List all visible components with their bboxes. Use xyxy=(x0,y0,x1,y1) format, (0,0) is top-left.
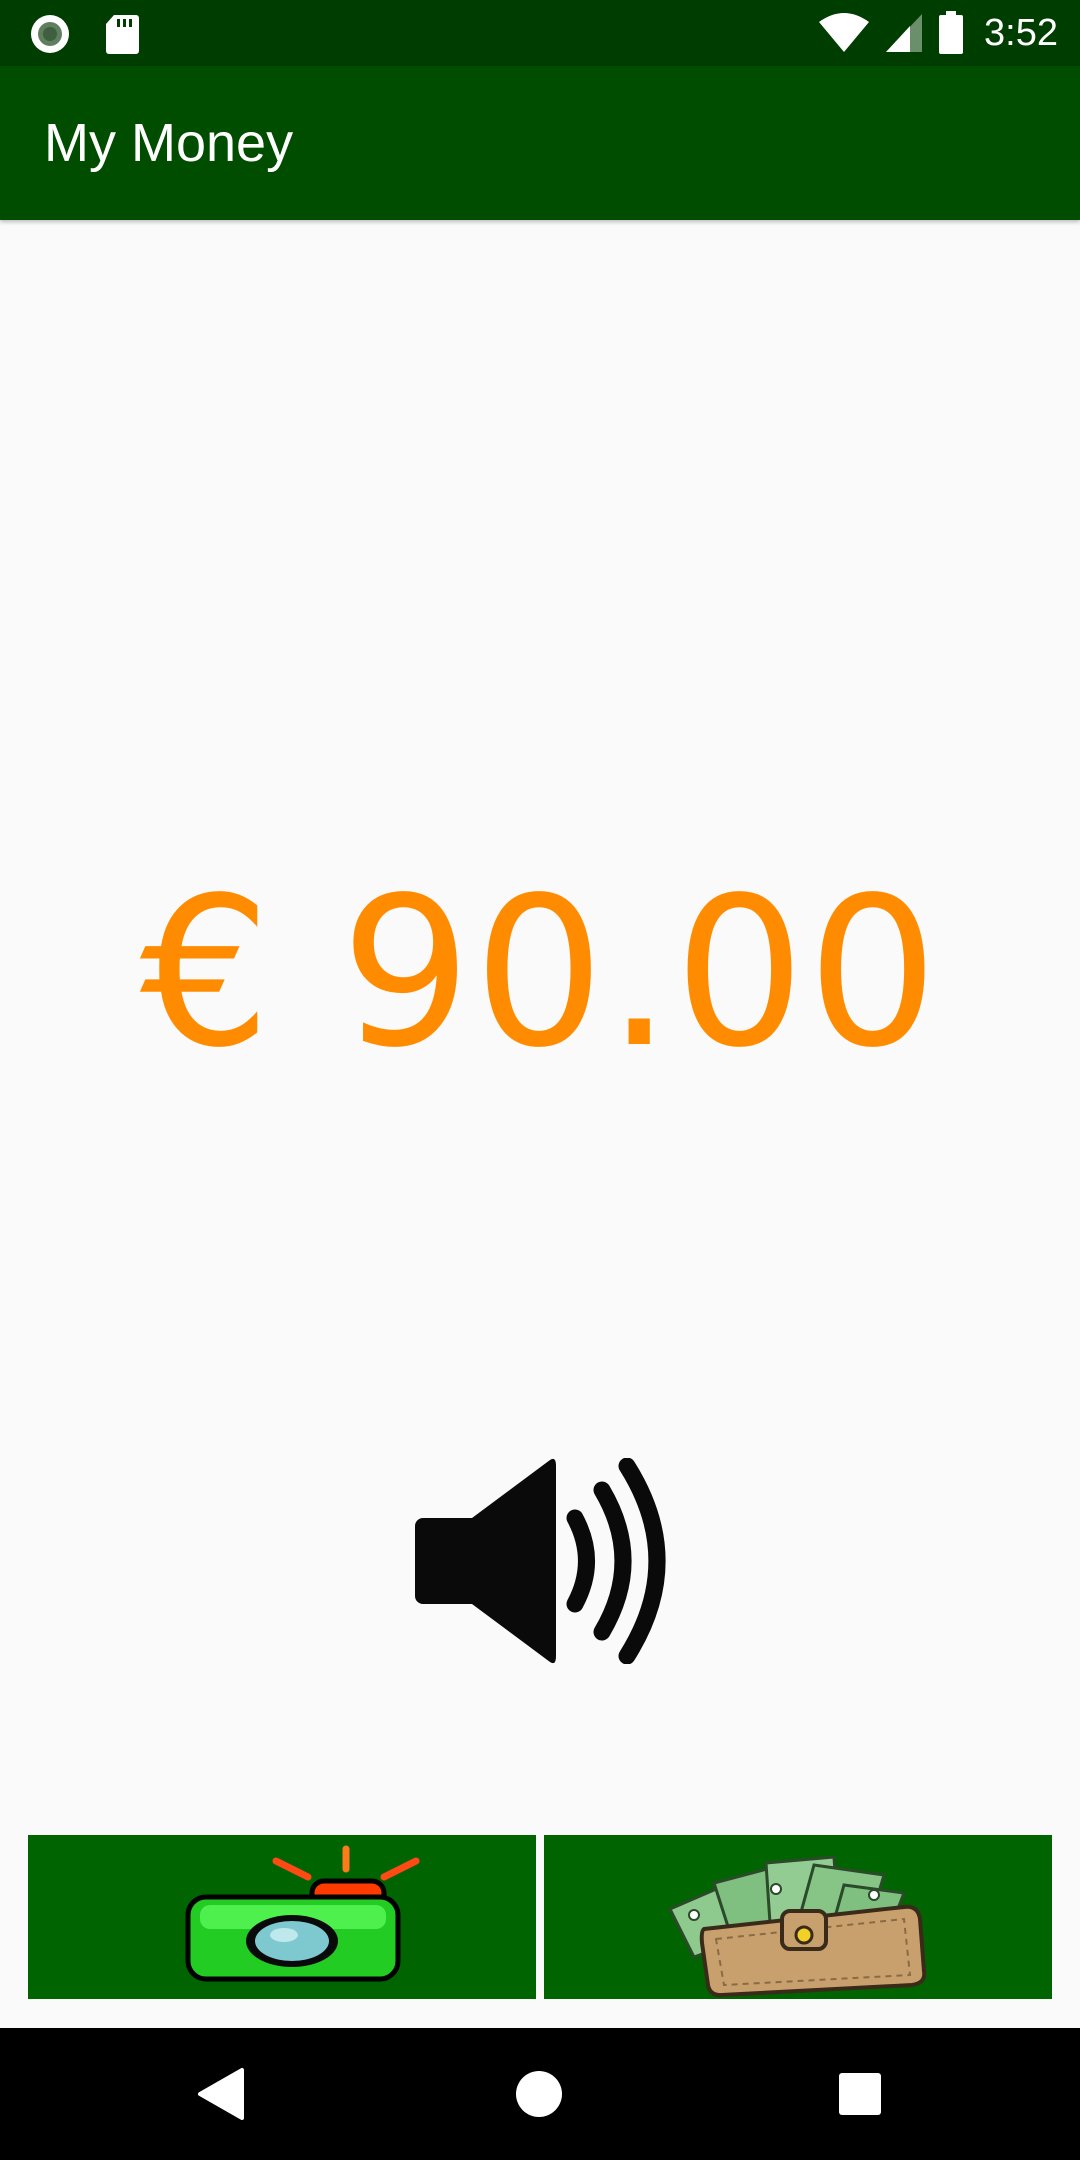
speaker-button[interactable] xyxy=(412,1457,672,1665)
app-title: My Money xyxy=(44,113,294,173)
screen: 3:52 My Money € 90.00 xyxy=(0,0,1080,2160)
notification-dot-icon xyxy=(28,12,72,56)
balance-amount: € 90.00 xyxy=(139,853,941,1093)
home-icon xyxy=(516,2071,562,2117)
speaker-volume-icon xyxy=(415,1457,666,1665)
navigation-bar xyxy=(0,2028,1080,2160)
app-bar: My Money xyxy=(0,66,1080,220)
recents-button[interactable] xyxy=(824,2058,896,2130)
camera-icon xyxy=(185,1845,420,1982)
wallet-icon xyxy=(667,1855,927,1998)
battery-icon xyxy=(938,11,964,55)
status-left-icons xyxy=(28,12,140,56)
back-button[interactable] xyxy=(184,2058,256,2130)
back-icon xyxy=(198,2068,244,2120)
status-time: 3:52 xyxy=(984,12,1058,54)
recents-icon xyxy=(839,2073,881,2115)
wifi-icon xyxy=(818,12,870,54)
wallet-button[interactable] xyxy=(544,1835,1052,1999)
camera-button[interactable] xyxy=(28,1835,536,1999)
sd-card-icon xyxy=(104,13,140,55)
status-right-icons: 3:52 xyxy=(818,8,1058,58)
home-button[interactable] xyxy=(503,2058,575,2130)
cell-signal-icon xyxy=(884,12,924,54)
status-bar: 3:52 xyxy=(0,0,1080,66)
